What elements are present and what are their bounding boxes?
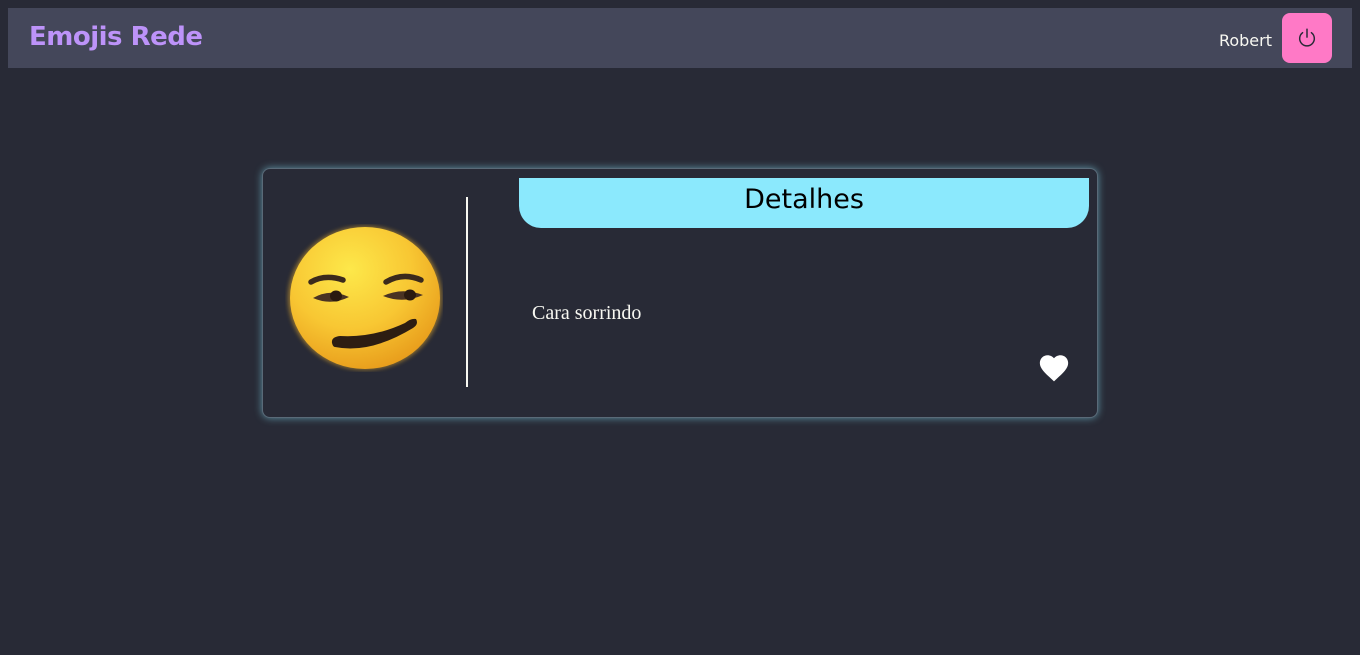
details-header: Detalhes [519,178,1089,228]
navbar: Emojis Rede Robert [8,8,1352,68]
smirking-face-emoji-icon [285,224,443,372]
power-icon [1298,28,1316,47]
emoji-card: Detalhes Cara sorrindo [262,168,1098,418]
favorite-button[interactable] [1037,351,1071,385]
vertical-divider [466,197,468,387]
logout-button[interactable] [1282,13,1332,63]
heart-icon [1039,355,1069,382]
brand-title[interactable]: Emojis Rede [29,20,203,54]
emoji-description: Cara sorrindo [532,302,642,324]
username-label: Robert [1218,31,1272,50]
